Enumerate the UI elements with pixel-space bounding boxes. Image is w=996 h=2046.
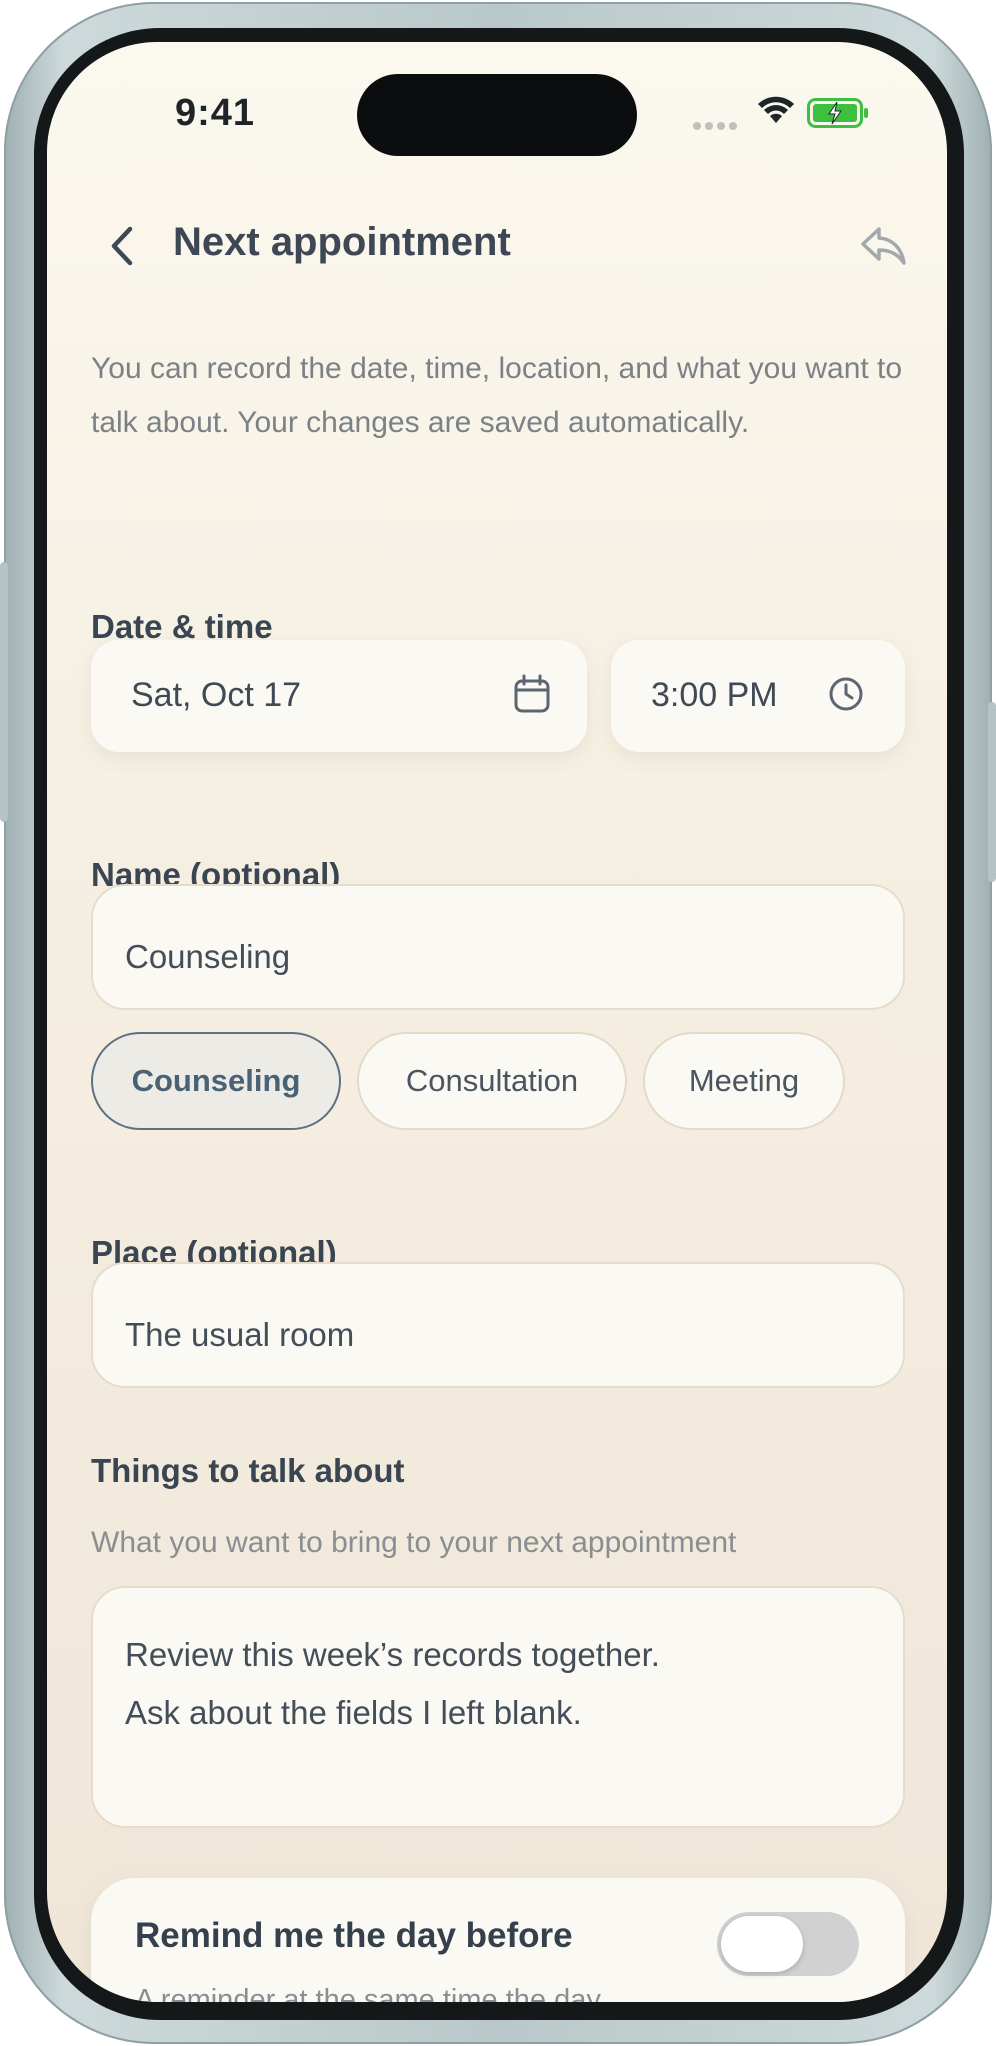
- topics-line: Review this week’s records together.: [125, 1636, 660, 1673]
- chevron-left-icon: [111, 226, 133, 266]
- clock-icon: [829, 677, 863, 711]
- cellular-icon: [693, 122, 737, 130]
- name-input[interactable]: Counseling: [91, 884, 905, 1010]
- time-value: 3:00 PM: [651, 676, 778, 714]
- topics-textarea[interactable]: Review this week’s records together. Ask…: [91, 1586, 905, 1828]
- time-picker[interactable]: 3:00 PM: [611, 640, 905, 752]
- reminder-title: Remind me the day before: [135, 1916, 573, 1955]
- topics-line: Ask about the fields I left blank.: [125, 1694, 582, 1731]
- reply-icon: [861, 227, 906, 265]
- app-screen: 9:41 Next appointment You can record the…: [47, 42, 947, 2002]
- back-button[interactable]: [95, 218, 151, 274]
- chip-counseling[interactable]: Counseling: [91, 1032, 341, 1130]
- battery-charging-icon: [807, 98, 868, 128]
- place-input-value: The usual room: [125, 1316, 355, 1353]
- name-input-value: Counseling: [125, 938, 291, 975]
- date-value: Sat, Oct 17: [131, 676, 302, 714]
- share-button[interactable]: [855, 218, 911, 274]
- topics-helper: What you want to bring to your next appo…: [91, 1526, 737, 1559]
- reminder-card: Remind me the day before A reminder at t…: [91, 1878, 905, 2002]
- reminder-toggle[interactable]: [717, 1912, 859, 1976]
- place-input[interactable]: The usual room: [91, 1262, 905, 1388]
- page-title: Next appointment: [173, 220, 511, 264]
- calendar-icon: [514, 674, 550, 713]
- chip-consultation[interactable]: Consultation: [357, 1032, 627, 1130]
- topics-label: Things to talk about: [91, 1452, 405, 1489]
- side-button-left: [0, 562, 8, 822]
- date-picker[interactable]: Sat, Oct 17: [91, 640, 587, 752]
- dynamic-island: [357, 74, 637, 156]
- side-button-right: [988, 702, 996, 882]
- wifi-icon: [758, 96, 794, 123]
- chip-meeting[interactable]: Meeting: [643, 1032, 845, 1130]
- toggle-knob: [721, 1916, 803, 1972]
- reminder-subtitle: A reminder at the same time the day: [135, 1984, 601, 2002]
- status-time: 9:41: [175, 92, 256, 134]
- intro-text: You can record the date, time, location,…: [91, 352, 903, 439]
